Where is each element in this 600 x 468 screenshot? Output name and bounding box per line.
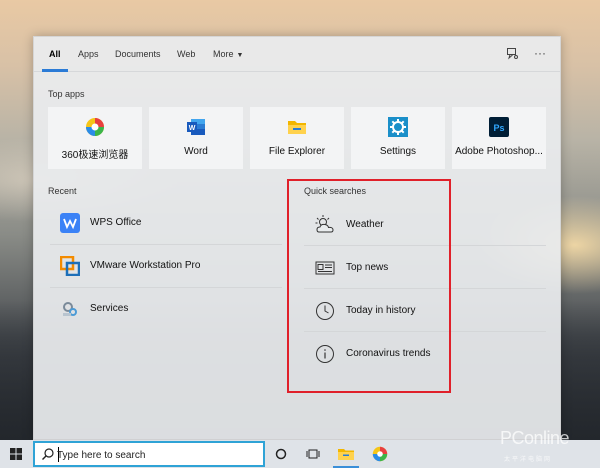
watermark-logo: PConline (500, 428, 570, 448)
folder-icon (288, 121, 306, 134)
quick-searches-highlight (287, 179, 451, 393)
vmware-icon (60, 256, 80, 276)
start-search-panel: All Apps Documents Web More ▼ ··· Top app… (33, 36, 561, 440)
windows-logo-icon (10, 448, 22, 460)
svg-text:W: W (189, 125, 196, 132)
top-app-word[interactable]: W Word (149, 107, 243, 169)
tab-web[interactable]: Web (177, 49, 195, 59)
360-browser-taskbar-icon[interactable] (364, 440, 396, 468)
recent-heading: Recent (48, 186, 77, 196)
services-icon (63, 302, 77, 316)
tab-documents[interactable]: Documents (115, 49, 161, 59)
tab-all[interactable]: All (49, 49, 61, 59)
chevron-down-icon: ▼ (236, 52, 244, 59)
top-apps-heading: Top apps (48, 89, 85, 99)
wps-icon (60, 213, 80, 233)
search-icon (42, 448, 54, 460)
gear-icon (388, 117, 408, 137)
tab-more[interactable]: More ▼ (213, 49, 243, 59)
file-explorer-taskbar-icon[interactable] (330, 440, 362, 468)
top-app-label: Adobe Photoshop... (455, 146, 543, 157)
top-app-file-explorer[interactable]: File Explorer (250, 107, 344, 169)
recent-item-label: WPS Office (90, 217, 142, 228)
recent-item-services[interactable]: Services (50, 289, 282, 331)
top-app-360-browser[interactable]: 360极速浏览器 (48, 107, 142, 169)
recent-item-wps-office[interactable]: WPS Office (50, 203, 282, 245)
svg-text:Ps: Ps (493, 123, 504, 133)
top-app-settings[interactable]: Settings (351, 107, 445, 169)
recent-item-vmware[interactable]: VMware Workstation Pro (50, 246, 282, 288)
more-options-icon[interactable]: ··· (532, 45, 548, 61)
task-view-icon[interactable] (297, 440, 329, 468)
360-browser-icon (86, 118, 104, 136)
active-tab-indicator (42, 69, 68, 72)
top-app-photoshop[interactable]: Ps Adobe Photoshop... (452, 107, 546, 169)
taskbar-search-box[interactable] (33, 441, 265, 467)
tab-apps[interactable]: Apps (78, 49, 99, 59)
search-tabs: All Apps Documents Web More ▼ ··· (34, 37, 560, 72)
top-app-label: File Explorer (268, 146, 326, 157)
feedback-icon[interactable] (504, 45, 520, 61)
top-app-label: Settings (379, 146, 417, 157)
photoshop-icon: Ps (489, 117, 509, 137)
recent-item-label: Services (90, 303, 129, 314)
search-input[interactable] (57, 448, 257, 462)
recent-item-label: VMware Workstation Pro (90, 260, 201, 271)
start-button[interactable] (0, 440, 32, 468)
cortana-icon[interactable] (265, 440, 297, 468)
word-icon: W (187, 119, 205, 135)
top-app-label: 360极速浏览器 (61, 150, 129, 161)
watermark-subtext: 太平洋电脑网 (504, 457, 553, 463)
tab-more-label: More (213, 49, 234, 59)
top-app-label: Word (184, 146, 208, 157)
